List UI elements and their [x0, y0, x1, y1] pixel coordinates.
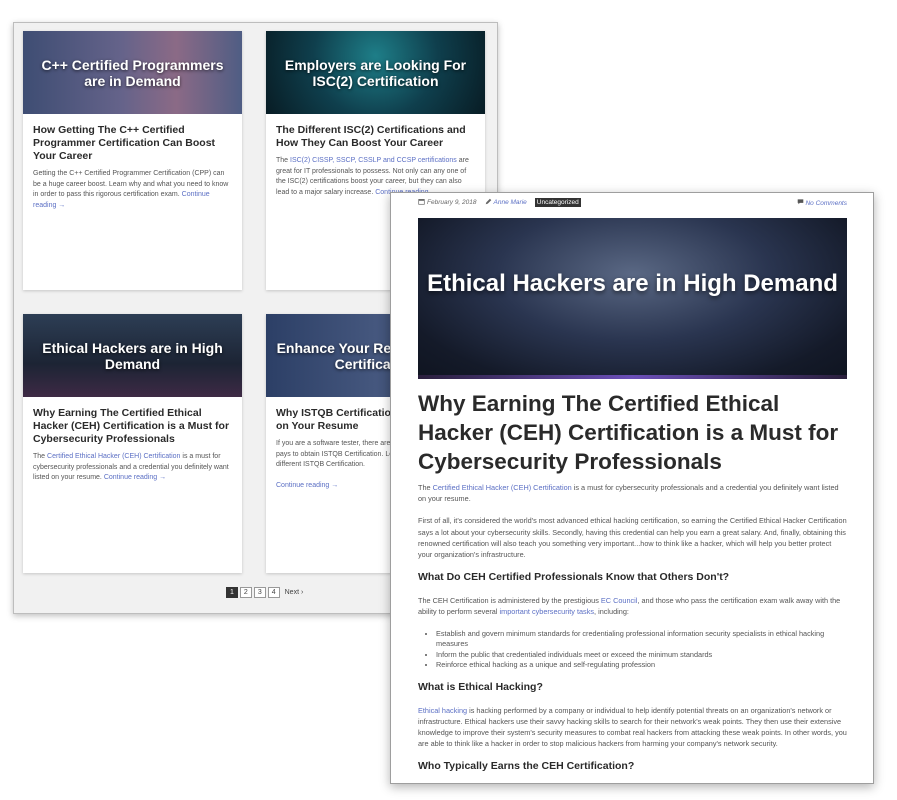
continue-reading-link[interactable]: Continue reading →: [276, 482, 338, 489]
comments-label: No Comments: [805, 200, 847, 207]
article-intro: The Certified Ethical Hacker (CEH) Certi…: [418, 482, 847, 504]
post-author-link[interactable]: Anne Marie: [494, 199, 527, 206]
ethical-hacking-link[interactable]: Ethical hacking: [418, 706, 467, 715]
continue-reading-link[interactable]: Continue reading →: [104, 474, 166, 481]
page-1-button[interactable]: 1: [226, 587, 238, 598]
category-badge[interactable]: Uncategorized: [534, 198, 581, 207]
section-heading: What Do CEH Certified Professionals Know…: [418, 571, 730, 584]
page-4-button[interactable]: 4: [267, 587, 280, 598]
ec-council-link[interactable]: EC Council: [601, 596, 638, 605]
next-page-link[interactable]: Next ›: [285, 589, 304, 596]
section-heading: What is Ethical Hacking?: [418, 680, 543, 693]
post-excerpt: Getting the C++ Certified Programmer Cer…: [33, 169, 232, 211]
paragraph-text: The CEH Certification is administered by…: [418, 596, 601, 606]
post-title[interactable]: Why Earning The Certified Ethical Hacker…: [33, 407, 232, 446]
excerpt-text: The: [33, 453, 48, 460]
featured-image: Ethical Hackers are in High Demand: [418, 218, 847, 379]
post-thumbnail[interactable]: Employers are Looking For ISC(2) Certifi…: [266, 31, 485, 114]
isc-certifications-link[interactable]: ISC(2) CISSP, SSCP, CSSLP and CCSP certi…: [290, 157, 457, 164]
pencil-icon: [485, 198, 492, 207]
article-body: Why Earning The Certified Ethical Hacker…: [418, 389, 847, 783]
article-paragraph: First of all, it's considered the world'…: [418, 516, 847, 560]
intro-text: The: [418, 483, 433, 492]
ceh-certification-link[interactable]: Certified Ethical Hacker (CEH) Certifica…: [433, 483, 572, 492]
calendar-icon: [418, 198, 425, 207]
comments-link[interactable]: No Comments: [797, 198, 847, 207]
post-excerpt: The Certified Ethical Hacker (CEH) Certi…: [33, 452, 232, 484]
post-meta: February 9, 2018 Anne Marie Uncategorize…: [418, 198, 847, 207]
ceh-certification-link[interactable]: Certified Ethical Hacker (CEH) Certifica…: [47, 453, 180, 460]
thumbnail-caption: Ethical Hackers are in High Demand: [42, 339, 223, 372]
post-thumbnail[interactable]: Ethical Hackers are in High Demand: [23, 314, 242, 397]
featured-image-caption: Ethical Hackers are in High Demand: [427, 270, 838, 297]
bullet-list: Establish and govern minimum standards f…: [418, 629, 847, 671]
page-3-button[interactable]: 3: [253, 587, 266, 598]
cybersecurity-tasks-link[interactable]: important cybersecurity tasks: [500, 607, 595, 616]
list-item: Reinforce ethical hacking as a unique an…: [436, 660, 847, 671]
article-title: Why Earning The Certified Ethical Hacker…: [418, 391, 839, 474]
article-window: February 9, 2018 Anne Marie Uncategorize…: [390, 192, 874, 784]
post-card[interactable]: C++ Certified Programmers are in Demand …: [23, 31, 242, 290]
paragraph-text: is hacking performed by a company or ind…: [418, 705, 847, 749]
article-paragraph: Ethical hacking is hacking performed by …: [418, 705, 847, 750]
post-thumbnail[interactable]: C++ Certified Programmers are in Demand: [23, 31, 242, 114]
featured-image-glow: [418, 375, 847, 379]
post-card[interactable]: Ethical Hackers are in High Demand Why E…: [23, 314, 242, 573]
page-2-button[interactable]: 2: [239, 587, 252, 598]
article-paragraph: The CEH Certification is administered by…: [418, 595, 847, 617]
list-item: Establish and govern minimum standards f…: [436, 629, 847, 650]
section-heading: Who Typically Earns the CEH Certificatio…: [418, 760, 635, 773]
excerpt-text: The: [276, 157, 291, 164]
thumbnail-caption: Employers are Looking For ISC(2) Certifi…: [284, 56, 467, 89]
post-date: February 9, 2018: [427, 199, 477, 206]
thumbnail-caption: C++ Certified Programmers are in Demand: [41, 56, 224, 89]
pagination: 1 2 3 4 Next ›: [226, 587, 303, 598]
paragraph-text: , including:: [594, 607, 629, 617]
list-item: Inform the public that credentialed indi…: [436, 650, 847, 661]
post-title[interactable]: How Getting The C++ Certified Programmer…: [33, 124, 232, 163]
post-title[interactable]: The Different ISC(2) Certifications and …: [276, 124, 475, 150]
